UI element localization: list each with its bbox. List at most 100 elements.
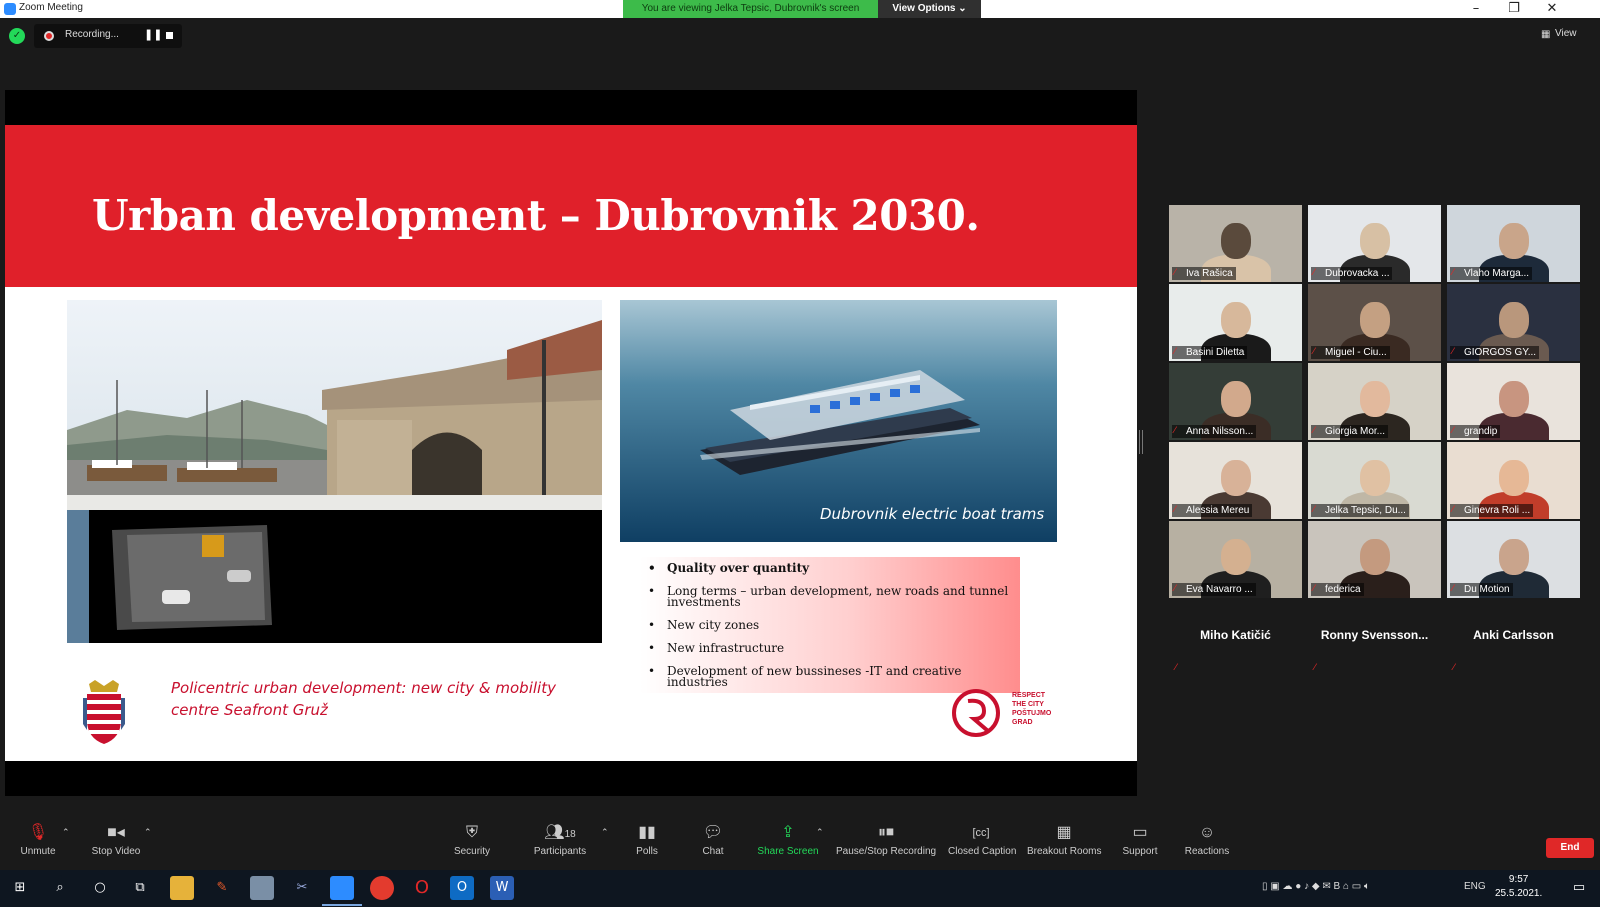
logo-line: THE CITY bbox=[1012, 701, 1044, 708]
muted-mic-icon: ⁄ bbox=[1452, 505, 1454, 515]
notifications-icon[interactable]: ▭ bbox=[1567, 876, 1591, 900]
participant-tile[interactable]: ⁄ grandip bbox=[1447, 363, 1580, 440]
system-tray-icons[interactable]: ▯ ▣ ☁ ● ♪ ◆ ✉ B ⌂ ▭ 🔈︎ bbox=[1262, 881, 1370, 892]
search-icon[interactable]: ⌕ bbox=[48, 876, 72, 900]
participants-button[interactable]: 👥︎18 Participants bbox=[532, 810, 588, 870]
participant-name: Ronny Svensson... bbox=[1320, 628, 1429, 642]
participants-count: 18 bbox=[564, 829, 576, 840]
security-button[interactable]: ⛨ Security bbox=[450, 810, 494, 870]
calculator-icon[interactable] bbox=[250, 876, 274, 900]
stop-recording-icon[interactable] bbox=[166, 32, 173, 39]
meeting-controls-toolbar: 🎙︎ Unmute ⌃ ■◂ Stop Video ⌃ ⛨ Security 👥… bbox=[0, 810, 1600, 870]
stop-video-button[interactable]: ■◂ Stop Video bbox=[88, 810, 144, 870]
muted-mic-icon: ⁄ bbox=[1452, 584, 1454, 594]
participant-tile[interactable]: ⁄ Vlaho Marga... bbox=[1447, 205, 1580, 282]
view-options-button[interactable]: View Options ⌄ bbox=[878, 0, 981, 18]
clock-date: 25.5.2021. bbox=[1495, 888, 1543, 899]
grid-view-icon[interactable]: ▦ bbox=[1541, 29, 1550, 40]
polls-icon: ▮▮ bbox=[638, 824, 656, 841]
unmute-button[interactable]: 🎙︎ Unmute bbox=[14, 810, 62, 870]
opera-icon[interactable]: O bbox=[410, 876, 434, 900]
participants-label: Participants bbox=[533, 846, 587, 857]
participant-name: GIORGOS GY... bbox=[1450, 346, 1540, 359]
slide-header-band: Urban development – Dubrovnik 2030. bbox=[5, 125, 1137, 287]
dubrovnik-crest-icon bbox=[81, 680, 127, 746]
participant-tile[interactable]: ⁄ Iva Rašica bbox=[1169, 205, 1302, 282]
pause-stop-recording-button[interactable]: ⏸︎⏹︎ Pause/Stop Recording bbox=[836, 810, 936, 870]
muted-mic-icon: ⁄ bbox=[1174, 268, 1176, 278]
chrome-icon[interactable] bbox=[370, 876, 394, 900]
taskbar-clock[interactable]: 9:57 25.5.2021. bbox=[1495, 873, 1542, 901]
meeting-top-bar: ✓ Recording... ❚❚ ▦ View bbox=[0, 18, 1600, 90]
video-camera-icon: ■◂ bbox=[107, 824, 125, 841]
cortana-icon[interactable]: ○ bbox=[88, 876, 112, 900]
windows-start-icon[interactable]: ⊞ bbox=[8, 876, 32, 900]
video-options-caret-icon[interactable]: ⌃ bbox=[144, 828, 152, 838]
muted-mic-icon: ⁄ bbox=[1174, 584, 1176, 594]
participant-name: Anna Nilsson... bbox=[1172, 425, 1257, 438]
participant-tile[interactable]: ⁄ Giorgia Mor... bbox=[1308, 363, 1441, 440]
participant-tile[interactable]: ⁄ Ginevra Roli ... bbox=[1447, 442, 1580, 519]
restore-icon[interactable]: ❐ bbox=[1496, 0, 1532, 18]
chat-button[interactable]: 💬︎ Chat bbox=[695, 810, 731, 870]
participant-tile[interactable]: Anki Carlsson ⁄ bbox=[1447, 600, 1580, 677]
participant-tile[interactable]: Miho Katičić ⁄ bbox=[1169, 600, 1302, 677]
participant-tile[interactable]: ⁄ GIORGOS GY... bbox=[1447, 284, 1580, 361]
participant-tile[interactable]: ⁄ Dubrovacka ... bbox=[1308, 205, 1441, 282]
outlook-icon[interactable]: O bbox=[450, 876, 474, 900]
participants-caret-icon[interactable]: ⌃ bbox=[601, 828, 609, 838]
muted-mic-icon: ⁄ bbox=[1174, 347, 1176, 357]
participants-icon: 👥︎18 bbox=[544, 824, 576, 841]
support-button[interactable]: ▭ Support bbox=[1118, 810, 1162, 870]
cc-icon: [cc] bbox=[972, 827, 990, 839]
reactions-label: Reactions bbox=[1184, 846, 1230, 857]
share-screen-label: Share Screen bbox=[757, 846, 819, 857]
polls-label: Polls bbox=[636, 846, 658, 857]
zoom-taskbar-icon[interactable] bbox=[322, 876, 362, 906]
share-options-caret-icon[interactable]: ⌃ bbox=[816, 828, 824, 838]
closed-caption-button[interactable]: [cc] Closed Caption bbox=[948, 810, 1017, 870]
snipping-tool-icon[interactable]: ✂ bbox=[290, 876, 314, 900]
polls-button[interactable]: ▮▮ Polls bbox=[627, 810, 667, 870]
participant-tile[interactable]: ⁄ Anna Nilsson... bbox=[1169, 363, 1302, 440]
clock-time: 9:57 bbox=[1508, 874, 1529, 885]
participant-tile[interactable]: ⁄ Miguel - Ciu... bbox=[1308, 284, 1441, 361]
muted-mic-icon: ⁄ bbox=[1174, 505, 1176, 515]
chat-bubble-icon: 💬︎ bbox=[702, 824, 724, 841]
breakout-rooms-button[interactable]: ▦ Breakout Rooms bbox=[1027, 810, 1101, 870]
participant-tile[interactable]: Ronny Svensson... ⁄ bbox=[1308, 600, 1441, 677]
participant-name: Vlaho Marga... bbox=[1450, 267, 1533, 280]
participant-tile[interactable]: ⁄ Eva Navarro ... bbox=[1169, 521, 1302, 598]
share-screen-button[interactable]: ⇪ Share Screen bbox=[756, 810, 820, 870]
encryption-shield-icon[interactable]: ✓ bbox=[9, 28, 25, 44]
split-view-resize-handle[interactable] bbox=[1139, 430, 1143, 454]
close-icon[interactable]: ✕ bbox=[1534, 0, 1570, 18]
participant-name: Anki Carlsson bbox=[1473, 628, 1554, 642]
view-button[interactable]: View bbox=[1555, 28, 1577, 39]
logo-line: RESPECT bbox=[1012, 692, 1046, 699]
minimize-icon[interactable]: – bbox=[1458, 0, 1494, 18]
participant-name: Miho Katičić bbox=[1200, 628, 1271, 642]
pause-recording-icon[interactable]: ❚❚ bbox=[144, 28, 162, 41]
end-meeting-button[interactable]: End bbox=[1546, 838, 1594, 858]
participant-tile[interactable]: ⁄ federica bbox=[1308, 521, 1441, 598]
audio-options-caret-icon[interactable]: ⌃ bbox=[62, 828, 70, 838]
input-language[interactable]: ENG bbox=[1464, 881, 1486, 892]
recording-indicator: Recording... ❚❚ bbox=[34, 24, 182, 48]
stop-video-label: Stop Video bbox=[91, 846, 141, 857]
participant-tile[interactable]: ⁄ Jelka Tepsic, Du... bbox=[1308, 442, 1441, 519]
participant-tile[interactable]: ⁄ Basini Diletta bbox=[1169, 284, 1302, 361]
closed-caption-label: Closed Caption bbox=[948, 846, 1017, 857]
policentric-caption: Policentric urban development: new city … bbox=[171, 679, 556, 719]
participant-tile[interactable]: ⁄ Alessia Mereu bbox=[1169, 442, 1302, 519]
app-feather-icon[interactable]: ✎ bbox=[210, 876, 234, 900]
muted-mic-icon: ⁄ bbox=[1313, 505, 1315, 515]
windows-taskbar: ⊞ ⌕ ○ ⧉ ✎ ✂ O O W ▯ ▣ ☁ ● ♪ ◆ ✉ B ⌂ ▭ 🔈︎… bbox=[0, 870, 1600, 907]
share-screen-arrow-icon: ⇪ bbox=[781, 824, 795, 841]
participant-tile[interactable]: ⁄ Du Motion bbox=[1447, 521, 1580, 598]
file-explorer-icon[interactable] bbox=[170, 876, 194, 900]
word-icon[interactable]: W bbox=[490, 876, 514, 900]
respect-the-city-text: RESPECT THE CITY POŠTUJMO GRAD bbox=[1012, 691, 1051, 727]
reactions-button[interactable]: ☺ Reactions bbox=[1182, 810, 1232, 870]
task-view-icon[interactable]: ⧉ bbox=[128, 876, 152, 900]
